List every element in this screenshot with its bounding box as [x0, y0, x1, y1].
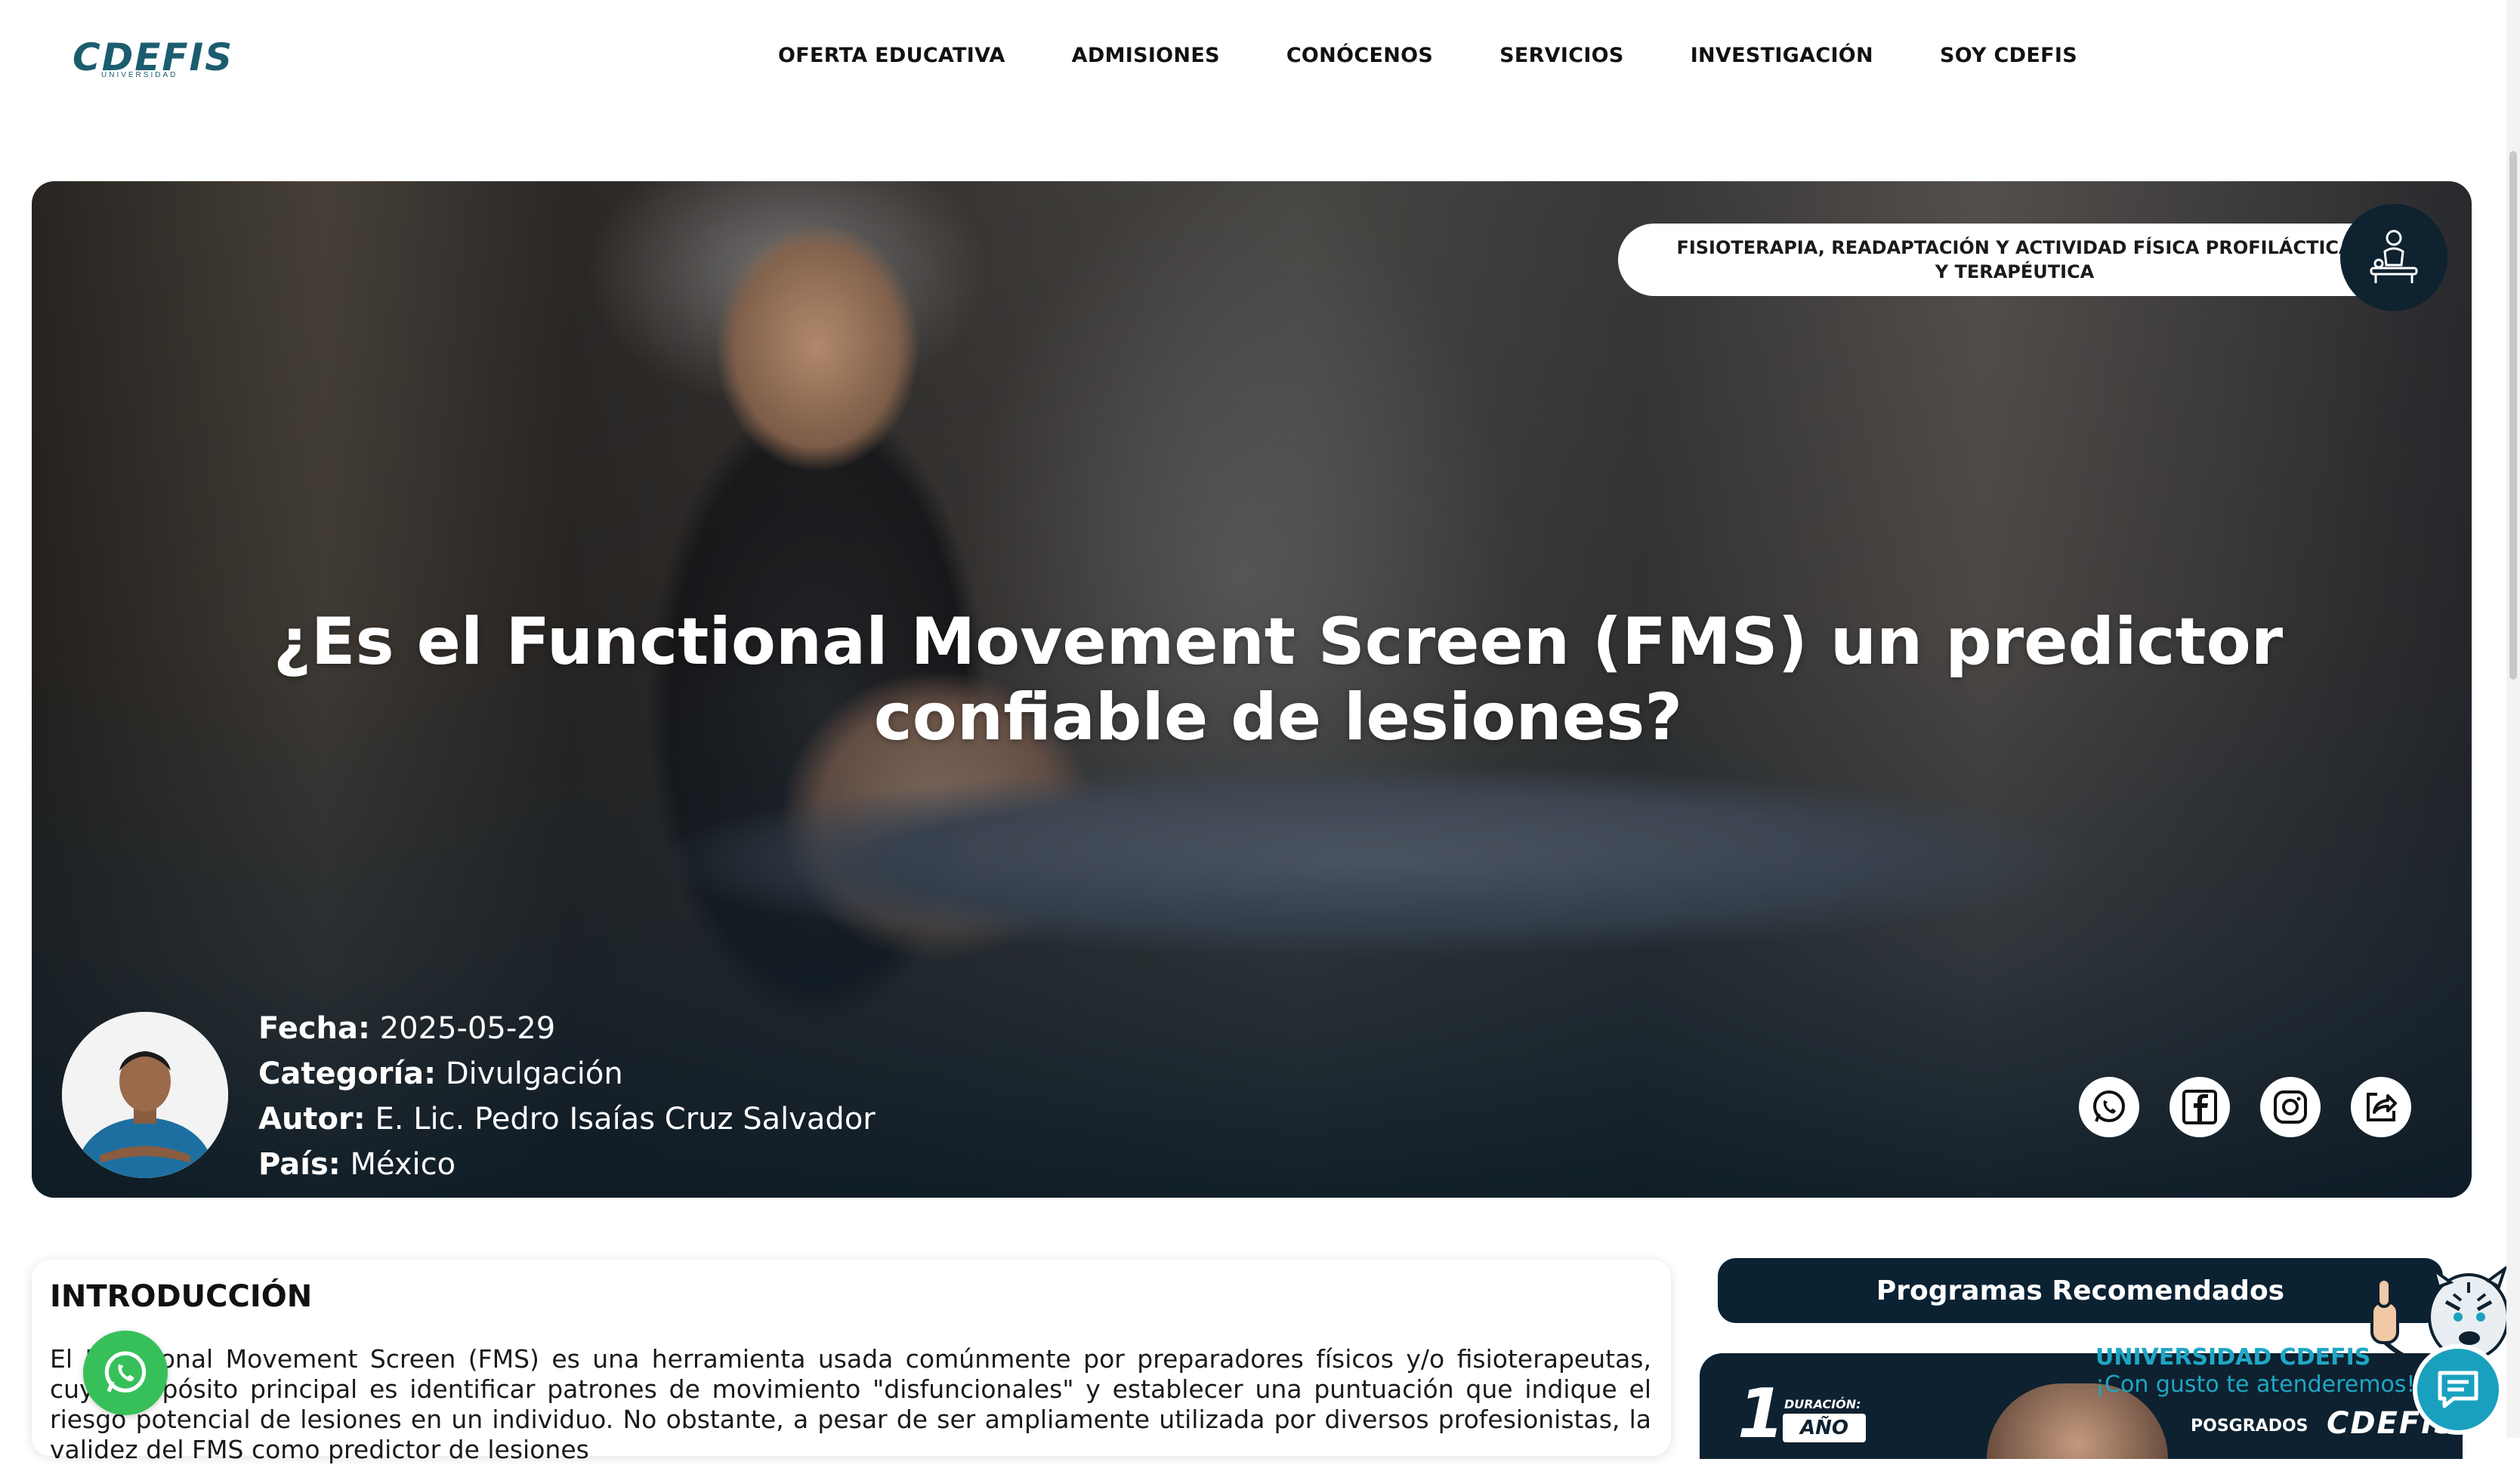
recommended-programs-header: Programas Recomendados [1718, 1258, 2443, 1323]
program-tag: POSGRADOS [2191, 1417, 2308, 1436]
section-title-introduccion: INTRODUCCIÓN [50, 1279, 313, 1314]
physiotherapy-icon [2340, 204, 2447, 311]
program-duration: 1 DURACIÓN: AÑO [1737, 1380, 1866, 1448]
article-meta: Fecha: 2025-05-29 Categoría: Divulgación… [258, 1006, 876, 1187]
duration-unit: AÑO [1783, 1414, 1866, 1442]
whatsapp-floating-button[interactable] [83, 1331, 168, 1415]
meta-date: Fecha: 2025-05-29 [258, 1011, 556, 1046]
duration-label: DURACIÓN: [1784, 1397, 1861, 1411]
nav-item-servicios[interactable]: SERVICIOS [1499, 44, 1624, 67]
intro-paragraph: El Functional Movement Screen (FMS) es u… [50, 1344, 1651, 1464]
duration-number: 1 [1737, 1374, 1785, 1454]
meta-author: Autor: E. Lic. Pedro Isaías Cruz Salvado… [258, 1102, 876, 1137]
chat-greeting-title: UNIVERSIDAD CDEFIS [2095, 1344, 2371, 1371]
share-whatsapp-button[interactable] [2079, 1077, 2139, 1137]
share-icon [2367, 1093, 2397, 1121]
meta-country: País: México [258, 1147, 456, 1182]
share-facebook-button[interactable] [2169, 1077, 2230, 1137]
category-pill[interactable]: FISIOTERAPIA, READAPTACIÓN Y ACTIVIDAD F… [1618, 224, 2411, 296]
nav-item-admisiones[interactable]: ADMISIONES [1072, 44, 1220, 67]
recommended-programs-title: Programas Recomendados [1876, 1275, 2285, 1306]
meta-category: Categoría: Divulgación [258, 1056, 623, 1091]
instagram-icon [2274, 1090, 2307, 1124]
article-body-card: INTRODUCCIÓN El Functional Movement Scre… [32, 1260, 1671, 1464]
cdefis-logo[interactable]: CDEFIS UNIVERSIDAD [73, 36, 232, 85]
chat-bubble-icon [2438, 1371, 2478, 1408]
facebook-icon [2182, 1090, 2217, 1124]
share-instagram-button[interactable] [2260, 1077, 2321, 1137]
whatsapp-icon [104, 1351, 147, 1393]
article-title: ¿Es el Functional Movement Screen (FMS) … [273, 604, 2284, 755]
whatsapp-icon [2093, 1090, 2125, 1122]
top-navigation: CDEFIS UNIVERSIDAD OFERTA EDUCATIVA ADMI… [0, 0, 2520, 121]
share-link-button[interactable] [2351, 1077, 2411, 1137]
category-pill-label: FISIOTERAPIA, READAPTACIÓN Y ACTIVIDAD F… [1676, 237, 2353, 282]
main-menu: OFERTA EDUCATIVA ADMISIONES CONÓCENOS SE… [778, 44, 2077, 67]
chat-button[interactable] [2413, 1344, 2503, 1435]
author-avatar [62, 1012, 228, 1178]
hero-banner: FISIOTERAPIA, READAPTACIÓN Y ACTIVIDAD F… [32, 181, 2472, 1198]
scrollbar-thumb[interactable] [2509, 151, 2517, 680]
nav-item-conocenos[interactable]: CONÓCENOS [1286, 44, 1433, 67]
nav-item-investigacion[interactable]: INVESTIGACIÓN [1691, 44, 1873, 67]
logo-subtitle: UNIVERSIDAD [101, 71, 178, 79]
nav-item-oferta-educativa[interactable]: OFERTA EDUCATIVA [778, 44, 1005, 67]
nav-item-soy-cdefis[interactable]: SOY CDEFIS [1940, 44, 2077, 67]
